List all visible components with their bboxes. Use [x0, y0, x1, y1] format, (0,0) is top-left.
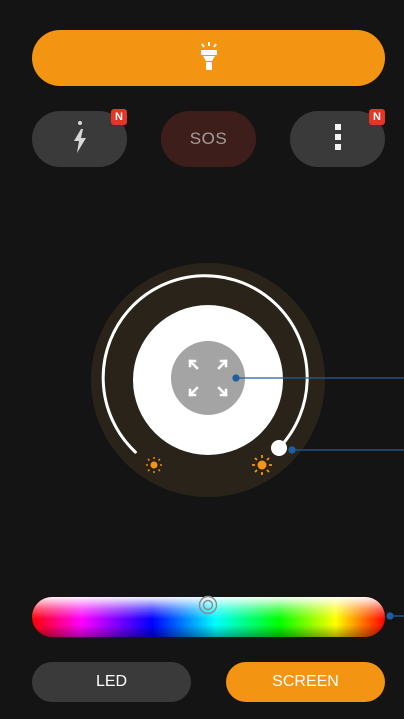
led-mode-button[interactable]: LED [32, 662, 191, 702]
screen-mode-button[interactable]: SCREEN [226, 662, 385, 702]
led-mode-label: LED [95, 673, 128, 690]
ring-thumb-icon [198, 595, 218, 619]
flashlight-screen: N SOS N LED SCREEN [0, 0, 404, 719]
screen-mode-label: SCREEN [272, 673, 339, 690]
color-slider-thumb[interactable] [198, 595, 218, 615]
